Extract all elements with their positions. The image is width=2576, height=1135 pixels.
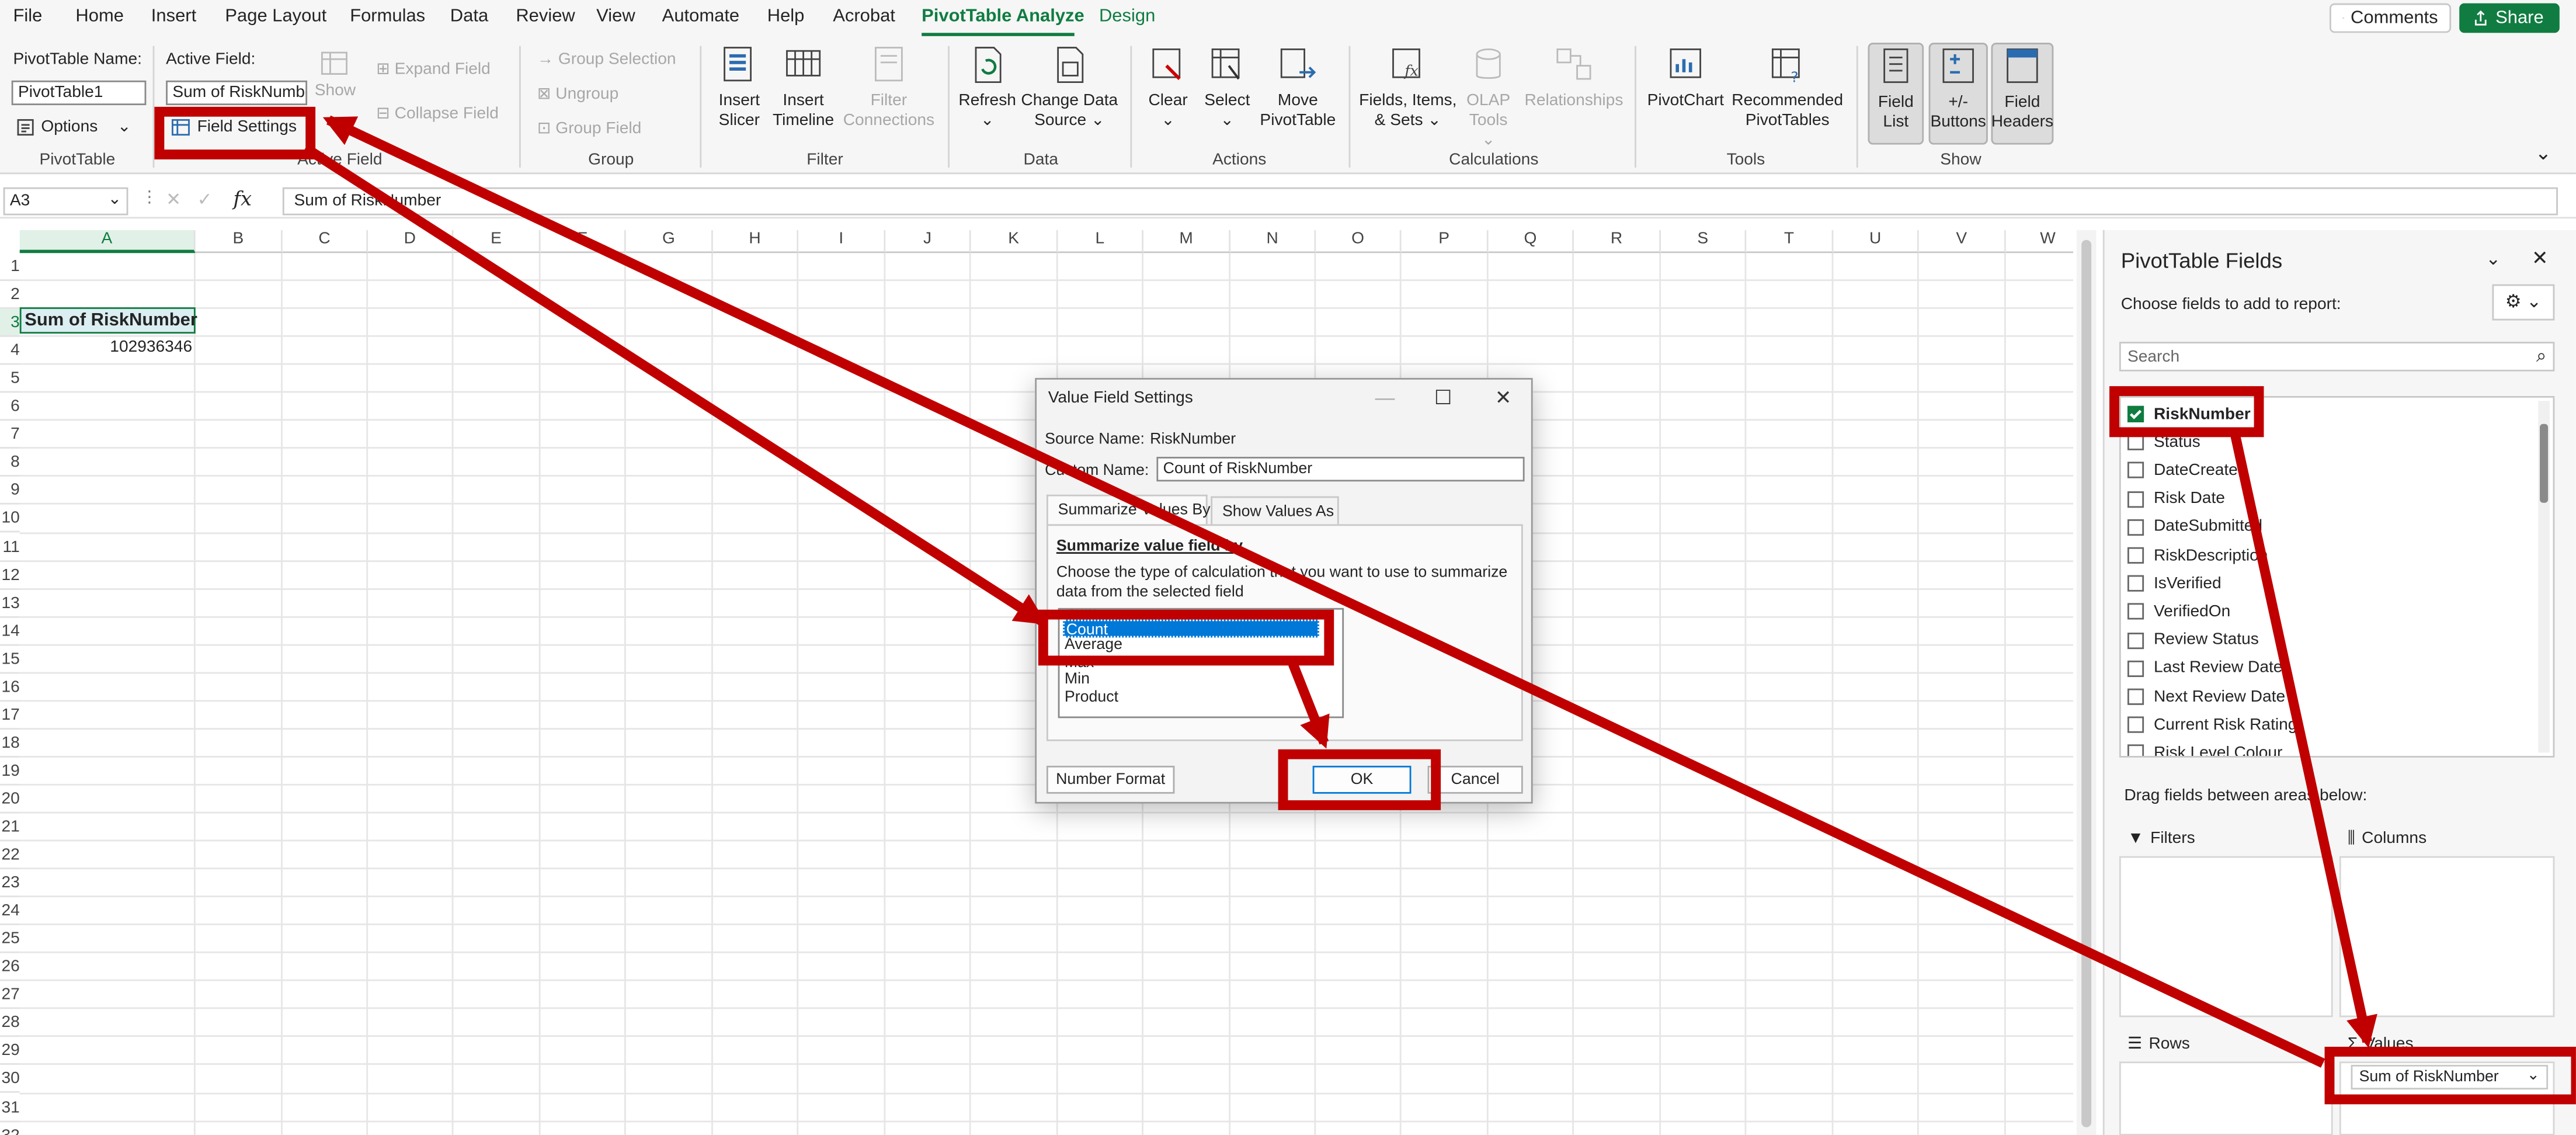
- annotation-overlay: [154, 106, 2576, 1105]
- annotation-box-values-item: [2324, 1046, 2576, 1105]
- annotation-box-field-settings: [154, 106, 316, 159]
- excel-window: File Home Insert Page Layout Formulas Da…: [0, 0, 2576, 1135]
- annotation-arrow-risknumber-to-values: [2229, 429, 2377, 1049]
- annotation-arrow-values-to-field-settings: [322, 115, 2325, 1068]
- annotation-box-count: [1038, 609, 1334, 666]
- annotation-box-ok: [1278, 749, 1441, 810]
- annotation-box-risknumber: [2109, 386, 2264, 438]
- annotation-arrow-field-settings-to-count: [303, 144, 1047, 626]
- annotation-arrow-count-to-ok: [1288, 662, 1330, 749]
